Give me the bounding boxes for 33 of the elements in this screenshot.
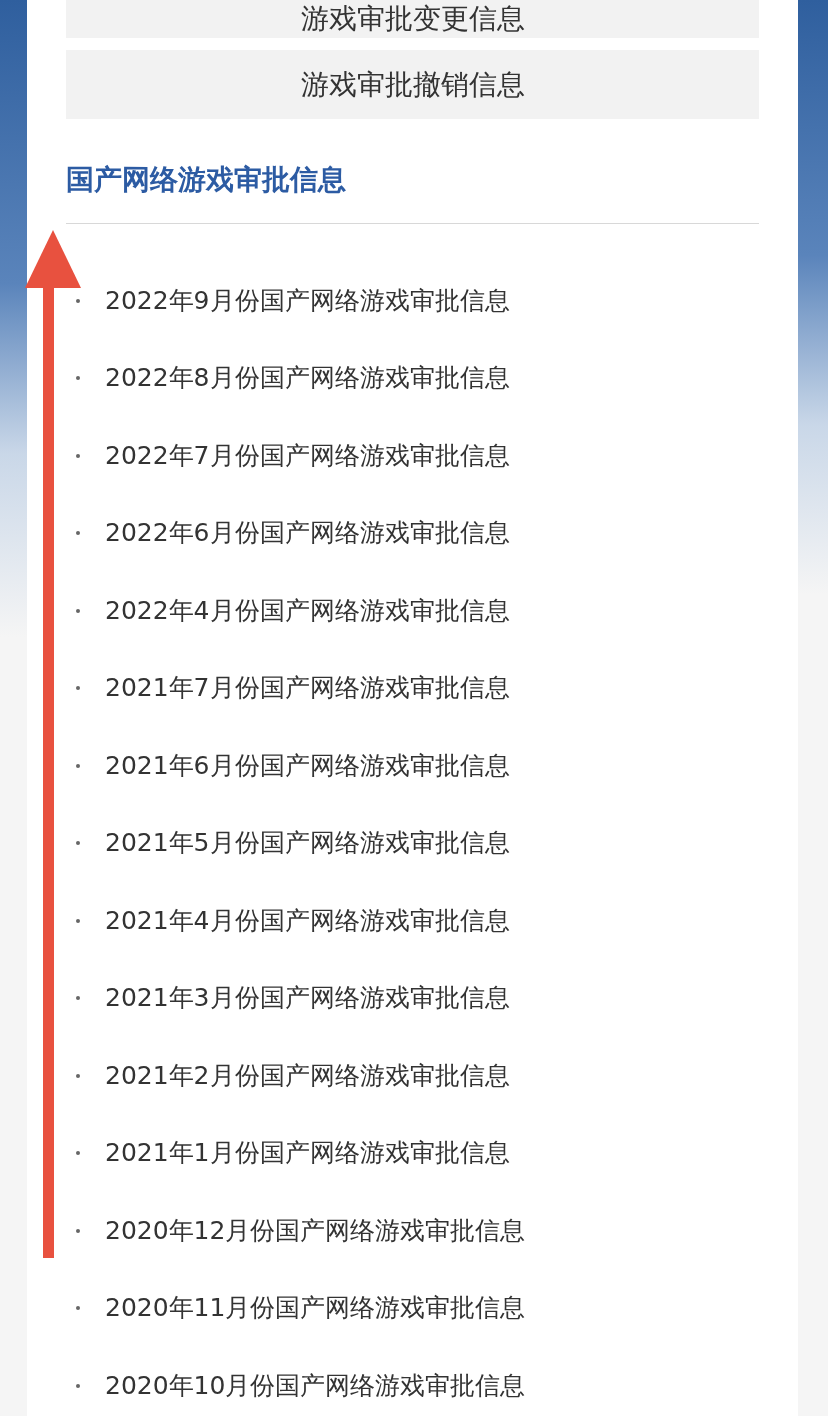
bullet-icon — [76, 686, 80, 691]
list-link[interactable]: 2021年7月份国产网络游戏审批信息 — [105, 671, 510, 706]
list-link[interactable]: 2022年6月份国产网络游戏审批信息 — [105, 516, 510, 551]
bullet-icon — [76, 1073, 80, 1078]
category-button[interactable]: 游戏审批变更信息 — [66, 0, 759, 38]
bullet-icon — [76, 608, 80, 613]
bullet-icon — [76, 1151, 80, 1156]
bullet-icon — [76, 996, 80, 1001]
list-link[interactable]: 2022年8月份国产网络游戏审批信息 — [105, 361, 510, 396]
list-link[interactable]: 2021年1月份国产网络游戏审批信息 — [105, 1136, 510, 1171]
bullet-icon — [76, 763, 80, 768]
bullet-icon — [76, 453, 80, 458]
list-link[interactable]: 2022年9月份国产网络游戏审批信息 — [105, 283, 510, 318]
bullet-icon — [76, 298, 80, 303]
bullet-icon — [76, 531, 80, 536]
category-button[interactable]: 游戏审批撤销信息 — [66, 50, 759, 119]
list-link[interactable]: 2021年4月份国产网络游戏审批信息 — [105, 903, 510, 938]
list-link[interactable]: 2021年5月份国产网络游戏审批信息 — [105, 826, 510, 861]
bullet-icon — [76, 376, 80, 381]
bullet-icon — [76, 918, 80, 923]
bullet-icon — [76, 1228, 80, 1233]
list-link[interactable]: 2022年7月份国产网络游戏审批信息 — [105, 438, 510, 473]
bullet-icon — [76, 841, 80, 846]
list-link[interactable]: 2021年2月份国产网络游戏审批信息 — [105, 1058, 510, 1093]
bullet-icon — [76, 1383, 80, 1388]
list-link[interactable]: 2020年10月份国产网络游戏审批信息 — [105, 1368, 526, 1403]
bullet-icon — [76, 1306, 80, 1311]
list-link[interactable]: 2022年4月份国产网络游戏审批信息 — [105, 593, 510, 628]
section-heading: 国产网络游戏审批信息 — [66, 162, 346, 198]
list-link[interactable]: 2021年6月份国产网络游戏审批信息 — [105, 748, 510, 783]
list-link[interactable]: 2020年12月份国产网络游戏审批信息 — [105, 1213, 526, 1248]
list-link[interactable]: 2020年11月份国产网络游戏审批信息 — [105, 1291, 526, 1326]
list-link[interactable]: 2021年3月份国产网络游戏审批信息 — [105, 981, 510, 1016]
